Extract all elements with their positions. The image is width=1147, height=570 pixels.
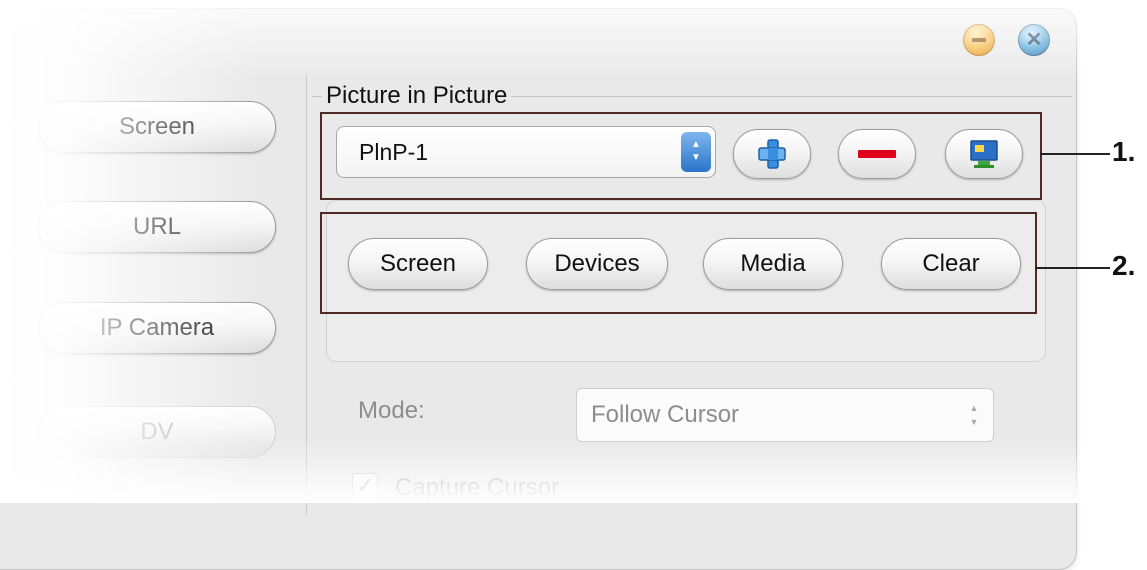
mode-label: Mode:	[358, 397, 425, 424]
remove-pip-button[interactable]	[838, 129, 916, 179]
sidebar-item-screen[interactable]: Screen	[38, 101, 276, 153]
add-pip-button[interactable]	[733, 129, 811, 179]
source-media-button[interactable]: Media	[703, 238, 843, 290]
button-label: Clear	[922, 250, 980, 277]
capture-cursor-checkbox[interactable]: ✓	[352, 473, 378, 499]
capture-cursor-label: Capture Cursor	[395, 474, 560, 501]
close-icon: ✕	[1025, 29, 1043, 51]
sidebar-item-ip-camera[interactable]: IP Camera	[38, 302, 276, 354]
callout-label-2: 2.	[1112, 250, 1136, 281]
sidebar-item-label: DV	[140, 418, 174, 445]
callout-line-2	[1035, 267, 1110, 269]
stepper-arrows-icon: ▲ ▼	[969, 403, 979, 427]
sidebar-divider	[306, 75, 308, 515]
display-pip-button[interactable]	[945, 129, 1023, 179]
mode-select-value: Follow Cursor	[591, 401, 740, 428]
mode-select[interactable]: Follow Cursor ▲ ▼	[576, 388, 994, 442]
sidebar-item-label: URL	[132, 213, 181, 240]
sidebar-item-label: Screen	[118, 113, 196, 140]
source-screen-button[interactable]: Screen	[348, 238, 488, 290]
button-label: Media	[740, 250, 806, 277]
group-title: Picture in Picture	[322, 82, 512, 110]
sidebar-item-label: IP Camera	[99, 314, 215, 341]
minus-icon	[858, 150, 896, 158]
sidebar-item-url[interactable]: URL	[38, 201, 276, 253]
button-label: Devices	[554, 250, 640, 277]
stepper-arrows-icon[interactable]: ▲ ▼	[681, 132, 711, 172]
close-button[interactable]: ✕	[1018, 24, 1050, 56]
sidebar-item-dv: DV	[38, 406, 276, 458]
minimize-button[interactable]	[963, 24, 995, 56]
pip-select-value: PlnP-1	[359, 138, 429, 165]
monitor-icon	[970, 140, 998, 168]
pip-select[interactable]: PlnP-1 ▲ ▼	[336, 126, 716, 178]
button-label: Screen	[379, 250, 457, 277]
clear-button[interactable]: Clear	[881, 238, 1021, 290]
add-pip-icon	[758, 139, 786, 169]
callout-line-1	[1040, 153, 1110, 155]
source-devices-button[interactable]: Devices	[526, 238, 668, 290]
minimize-icon	[972, 38, 986, 42]
callout-label-1: 1.	[1112, 136, 1136, 167]
